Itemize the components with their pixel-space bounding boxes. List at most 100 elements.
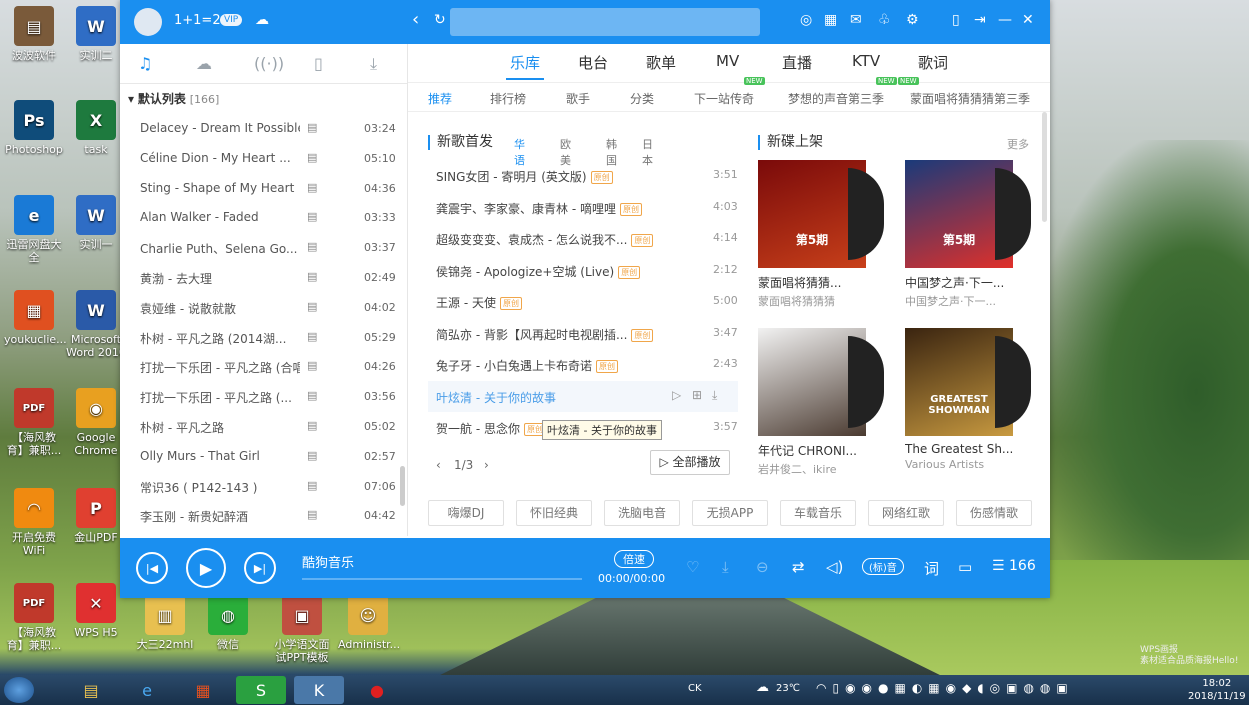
download-icon[interactable]: ⤓ <box>370 54 377 74</box>
desktop-icon[interactable]: ◉ Google Chrome <box>66 388 126 457</box>
heart-icon[interactable]: ♡ <box>686 558 699 576</box>
lyrics-button[interactable]: 词 <box>924 558 939 579</box>
new-song-row[interactable]: 侯锦尧 - Apologize+空城 (Live) 原创 2:12 <box>428 255 738 286</box>
desktop-icon[interactable]: Ps Photoshop <box>4 100 64 156</box>
username[interactable]: 1+1=2 <box>174 13 221 28</box>
tab-2[interactable]: 歌单 <box>646 52 676 73</box>
play-button[interactable]: ▶ <box>186 548 226 588</box>
desktop-icon[interactable]: ◠ 开启免费WiFi <box>4 488 64 557</box>
row-action-icon[interactable]: ⤓ <box>712 388 717 403</box>
mv-icon[interactable]: ▤ <box>307 210 317 223</box>
playlist-header[interactable]: ▾ 默认列表 [166] <box>128 90 219 107</box>
tag-button[interactable]: 嗨爆DJ <box>428 500 504 526</box>
tab-5[interactable]: KTV <box>852 52 880 70</box>
cloud-tab-icon[interactable]: ☁ <box>196 54 212 73</box>
row-action-icon[interactable]: ⊞ <box>692 388 702 402</box>
mv-icon[interactable]: ▤ <box>307 181 317 194</box>
album-card[interactable]: 第5期 中国梦之声·下一... 中国梦之声·下一... <box>905 160 1031 309</box>
desktop-icon[interactable]: W 实训一 <box>66 195 126 251</box>
tag-button[interactable]: 洗脑电音 <box>604 500 680 526</box>
quality-toggle[interactable]: (标)音 <box>862 558 904 575</box>
mv-icon[interactable]: ▤ <box>307 389 317 402</box>
main-scrollbar[interactable] <box>1042 112 1047 222</box>
next-track-button[interactable]: ▶| <box>244 552 276 584</box>
next-page-icon[interactable]: › <box>484 458 489 472</box>
new-song-row[interactable]: 王源 - 天使 原创 5:00 <box>428 286 738 317</box>
queue-button[interactable]: ☰ 166 <box>992 558 1036 574</box>
subtab-2[interactable]: 歌手 <box>566 90 590 107</box>
mv-icon[interactable]: ▤ <box>307 359 317 372</box>
mv-icon[interactable]: ▤ <box>307 270 317 283</box>
desktop-icon[interactable]: W Microsoft Word 2010 <box>66 290 126 359</box>
playlist-row[interactable]: Delacey - Dream It Possible ▤ 03:24 <box>120 114 408 144</box>
tag-button[interactable]: 网络红歌 <box>868 500 944 526</box>
mv-icon[interactable]: ▤ <box>307 121 317 134</box>
tag-button[interactable]: 车载音乐 <box>780 500 856 526</box>
apps-icon[interactable]: ▦ <box>824 12 837 28</box>
new-song-row[interactable]: 超级变变变、袁成杰 - 怎么说我不... 原创 4:14 <box>428 223 738 254</box>
playlist-row[interactable]: 黄渤 - 去大理 ▤ 02:49 <box>120 263 408 293</box>
album-cover[interactable]: GREATEST SHOWMAN <box>905 328 1031 436</box>
prev-page-icon[interactable]: ‹ <box>436 458 441 472</box>
subtab-1[interactable]: 排行榜 <box>490 90 526 107</box>
phone-icon[interactable]: ▯ <box>952 12 960 28</box>
remove-icon[interactable]: ⊖ <box>756 558 769 576</box>
play-all-button[interactable]: ▷ 全部播放 <box>650 450 730 475</box>
desktop-icon[interactable]: ▤ 波波软件 <box>4 6 64 62</box>
cloud-icon[interactable]: ☁ <box>255 12 269 28</box>
desktop-icon[interactable]: ✕ WPS H5 <box>66 583 126 639</box>
explorer-icon[interactable]: ▤ <box>66 676 116 704</box>
tab-3[interactable]: MV <box>716 52 739 70</box>
mv-icon[interactable]: ▤ <box>307 449 317 462</box>
weather-temp[interactable]: 23℃ <box>776 683 800 694</box>
album-card[interactable]: 第5期 蒙面唱将猜猜... 蒙面唱将猜猜猜 <box>758 160 884 309</box>
playlist-row[interactable]: 打扰一下乐团 - 平凡之路 (... ▤ 03:56 <box>120 382 408 412</box>
new-song-row[interactable]: 简弘亦 - 背影【风再起时电视剧插... 原创 3:47 <box>428 318 738 349</box>
prev-track-button[interactable]: |◀ <box>136 552 168 584</box>
clock[interactable]: 18:02 2018/11/19 <box>1188 677 1246 703</box>
subtab-3[interactable]: 分类 <box>630 90 654 107</box>
tray-icons[interactable]: ◠▯◉◉●▦◐▦◉◆◖◎▣◍◍▣ <box>816 681 1074 695</box>
desktop-icon[interactable]: Xtask <box>66 100 126 156</box>
new-song-row[interactable]: 龚震宇、李家豪、康青林 - 嘀哩哩 原创 4:03 <box>428 192 738 223</box>
progress-bar[interactable] <box>302 578 582 580</box>
desktop-icon[interactable]: W 实训二 <box>66 6 126 62</box>
desktop-icon[interactable]: PDF 【海风教育】兼职... <box>4 388 64 457</box>
subtab-4[interactable]: 下一站传奇 <box>694 90 754 107</box>
tag-button[interactable]: 无损APP <box>692 500 768 526</box>
avatar[interactable] <box>134 8 162 36</box>
album-card[interactable]: GREATEST SHOWMAN The Greatest Sh... Variou… <box>905 328 1031 471</box>
minimize-icon[interactable]: — <box>998 12 1012 28</box>
lang-indicator[interactable]: CK <box>688 683 702 694</box>
album-cover[interactable]: 第5期 <box>758 160 884 268</box>
more-link[interactable]: 更多 <box>1007 136 1029 152</box>
comment-icon[interactable]: ▭ <box>958 558 972 576</box>
playlist-row[interactable]: Céline Dion - My Heart ... ▤ 05:10 <box>120 144 408 174</box>
tag-button[interactable]: 伤感情歌 <box>956 500 1032 526</box>
desktop-icon[interactable]: e 迅雷网盘大全 <box>4 195 64 264</box>
playlist-row[interactable]: Olly Murs - That Girl ▤ 02:57 <box>120 442 408 472</box>
playlist-row[interactable]: Sting - Shape of My Heart ▤ 04:36 <box>120 174 408 204</box>
mini-mode-icon[interactable]: ⇥ <box>974 12 986 28</box>
desktop-icon[interactable]: PDF 【海风教育】兼职... <box>4 583 64 652</box>
spreadsheet-icon[interactable]: S <box>236 676 286 704</box>
tag-button[interactable]: 怀旧经典 <box>516 500 592 526</box>
device-icon[interactable]: ▯ <box>314 54 323 73</box>
mv-icon[interactable]: ▤ <box>307 330 317 343</box>
tab-4[interactable]: 直播 <box>782 52 812 73</box>
subtab-5[interactable]: 梦想的声音第三季 <box>788 90 884 107</box>
volume-icon[interactable]: ◁) <box>826 558 843 576</box>
tab-6[interactable]: 歌词 <box>918 52 948 73</box>
speed-button[interactable]: 倍速 <box>614 550 654 568</box>
desktop-icon[interactable]: ▥ 大三22mhl <box>135 595 195 651</box>
mv-icon[interactable]: ▤ <box>307 240 317 253</box>
new-song-row[interactable]: SING女团 - 寄明月 (英文版) 原创 3:51 <box>428 160 738 191</box>
tab-1[interactable]: 电台 <box>578 52 608 73</box>
kugou-taskbar-icon[interactable]: K <box>294 676 344 704</box>
playlist-row[interactable]: 打扰一下乐团 - 平凡之路 (合唱... ▤ 04:26 <box>120 352 408 382</box>
new-song-row[interactable]: 叶炫清 - 关于你的故事 ▷ ⊞ ⤓ <box>428 380 738 412</box>
desktop-icon[interactable]: ☺ Administr... <box>338 595 400 651</box>
playlist-row[interactable]: 常识36 ( P142-143 ) ▤ 07:06 <box>120 472 408 502</box>
album-card[interactable]: 年代记 CHRONI... 岩井俊二、ikire <box>758 328 884 477</box>
subtab-6[interactable]: 蒙面唱将猜猜猜第三季 <box>910 90 1030 107</box>
